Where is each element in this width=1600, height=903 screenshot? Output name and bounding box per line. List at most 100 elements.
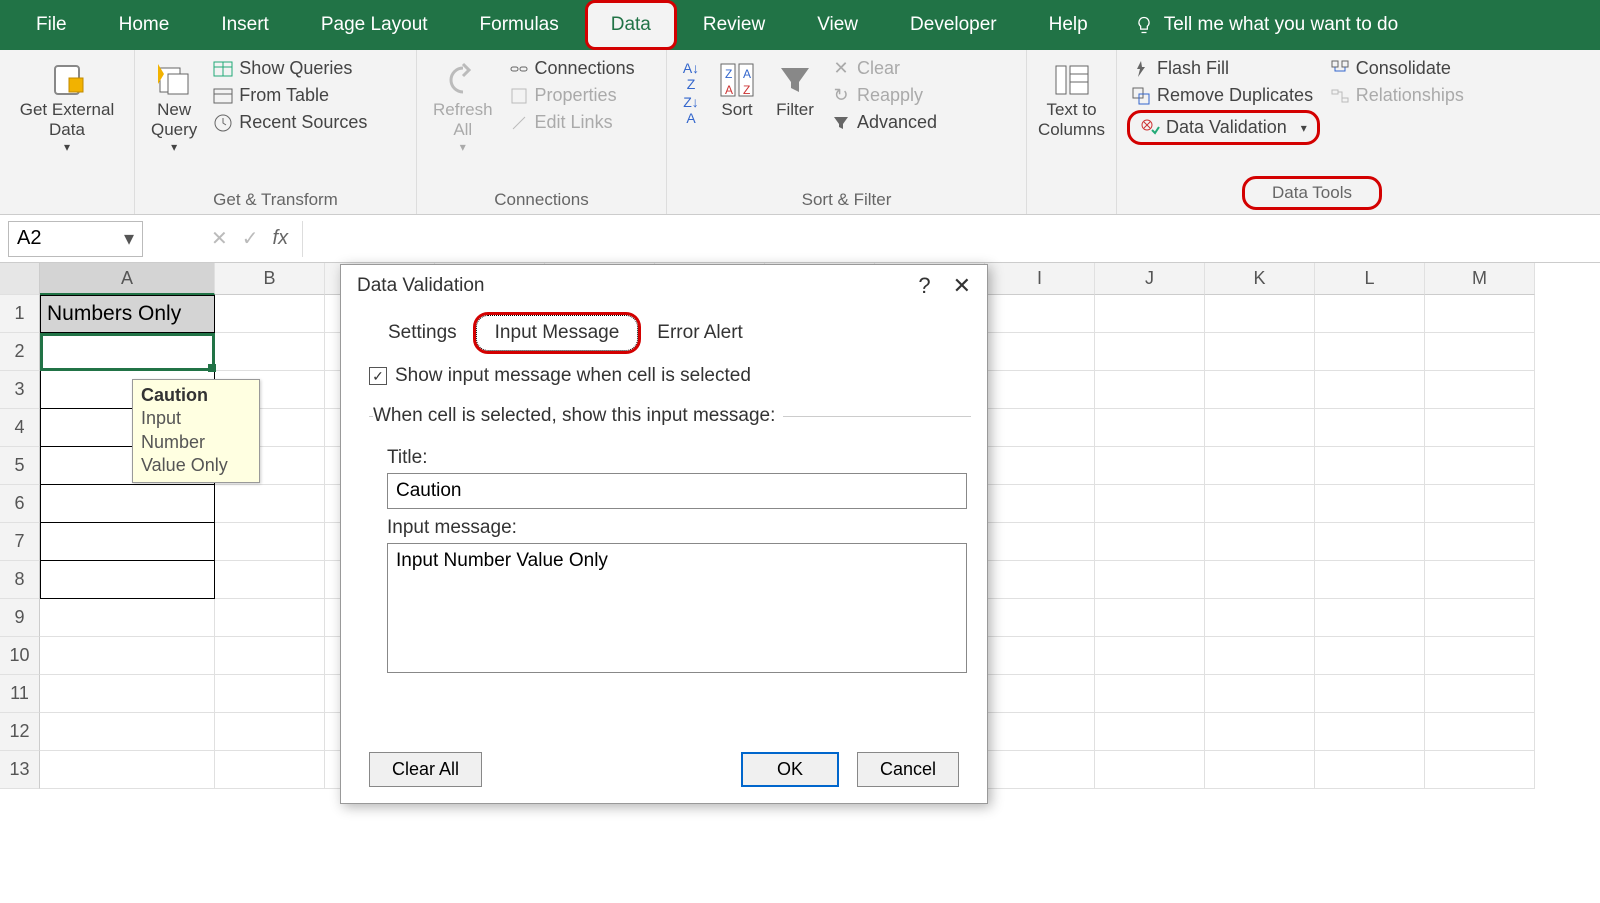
remove-duplicates-button[interactable]: Remove Duplicates xyxy=(1127,83,1320,108)
cell-J12[interactable] xyxy=(1095,713,1205,751)
cell-K8[interactable] xyxy=(1205,561,1315,599)
reapply-button[interactable]: ↻Reapply xyxy=(827,83,941,108)
formula-input[interactable] xyxy=(302,221,1600,257)
clear-all-button[interactable]: Clear All xyxy=(369,752,482,787)
cell-B1[interactable] xyxy=(215,295,325,333)
text-to-columns-button[interactable]: Text to Columns xyxy=(1032,56,1111,144)
cell-J7[interactable] xyxy=(1095,523,1205,561)
cell-M7[interactable] xyxy=(1425,523,1535,561)
cell-K5[interactable] xyxy=(1205,447,1315,485)
cell-A12[interactable] xyxy=(40,713,215,751)
cell-J5[interactable] xyxy=(1095,447,1205,485)
cell-B6[interactable] xyxy=(215,485,325,523)
cell-L11[interactable] xyxy=(1315,675,1425,713)
cell-K7[interactable] xyxy=(1205,523,1315,561)
cell-M11[interactable] xyxy=(1425,675,1535,713)
help-icon[interactable]: ? xyxy=(918,273,930,299)
row-header-10[interactable]: 10 xyxy=(0,637,40,675)
advanced-filter-button[interactable]: Advanced xyxy=(827,110,941,135)
cell-L5[interactable] xyxy=(1315,447,1425,485)
tab-formulas[interactable]: Formulas xyxy=(454,0,585,50)
cell-L4[interactable] xyxy=(1315,409,1425,447)
cell-K6[interactable] xyxy=(1205,485,1315,523)
cell-K9[interactable] xyxy=(1205,599,1315,637)
dialog-tab-settings[interactable]: Settings xyxy=(369,315,476,351)
cell-M5[interactable] xyxy=(1425,447,1535,485)
cell-J10[interactable] xyxy=(1095,637,1205,675)
message-textarea[interactable] xyxy=(387,543,967,673)
sort-az-button[interactable]: A↓Z xyxy=(677,64,705,88)
cell-A8[interactable] xyxy=(40,561,215,599)
cell-K4[interactable] xyxy=(1205,409,1315,447)
column-header-M[interactable]: M xyxy=(1425,263,1535,295)
cell-M1[interactable] xyxy=(1425,295,1535,333)
new-query-button[interactable]: New Query ▾ xyxy=(145,56,203,158)
row-header-6[interactable]: 6 xyxy=(0,485,40,523)
cell-I10[interactable] xyxy=(985,637,1095,675)
cell-A13[interactable] xyxy=(40,751,215,789)
tab-help[interactable]: Help xyxy=(1023,0,1114,50)
cell-K2[interactable] xyxy=(1205,333,1315,371)
get-external-data-button[interactable]: Get External Data ▾ xyxy=(14,56,121,158)
row-header-8[interactable]: 8 xyxy=(0,561,40,599)
row-header-5[interactable]: 5 xyxy=(0,447,40,485)
cell-M13[interactable] xyxy=(1425,751,1535,789)
cell-B7[interactable] xyxy=(215,523,325,561)
row-header-9[interactable]: 9 xyxy=(0,599,40,637)
cell-I3[interactable] xyxy=(985,371,1095,409)
cell-B9[interactable] xyxy=(215,599,325,637)
cell-L7[interactable] xyxy=(1315,523,1425,561)
cell-I6[interactable] xyxy=(985,485,1095,523)
cell-K10[interactable] xyxy=(1205,637,1315,675)
cell-A11[interactable] xyxy=(40,675,215,713)
connections-button[interactable]: Connections xyxy=(505,56,639,81)
cell-I4[interactable] xyxy=(985,409,1095,447)
cell-L3[interactable] xyxy=(1315,371,1425,409)
tab-view[interactable]: View xyxy=(791,0,884,50)
cell-M6[interactable] xyxy=(1425,485,1535,523)
cell-K11[interactable] xyxy=(1205,675,1315,713)
title-input[interactable] xyxy=(387,473,967,509)
cell-J9[interactable] xyxy=(1095,599,1205,637)
row-header-3[interactable]: 3 xyxy=(0,371,40,409)
cancel-button[interactable]: Cancel xyxy=(857,752,959,787)
cell-K12[interactable] xyxy=(1205,713,1315,751)
cell-L10[interactable] xyxy=(1315,637,1425,675)
sort-button[interactable]: ZAAZ Sort xyxy=(711,56,763,124)
row-header-13[interactable]: 13 xyxy=(0,751,40,789)
cell-I8[interactable] xyxy=(985,561,1095,599)
tab-review[interactable]: Review xyxy=(677,0,791,50)
cell-M9[interactable] xyxy=(1425,599,1535,637)
cell-J1[interactable] xyxy=(1095,295,1205,333)
cell-K13[interactable] xyxy=(1205,751,1315,789)
cell-B2[interactable] xyxy=(215,333,325,371)
cell-I11[interactable] xyxy=(985,675,1095,713)
cell-K1[interactable] xyxy=(1205,295,1315,333)
cell-B11[interactable] xyxy=(215,675,325,713)
cell-I13[interactable] xyxy=(985,751,1095,789)
show-input-message-checkbox[interactable]: ✓ Show input message when cell is select… xyxy=(369,365,959,387)
row-header-4[interactable]: 4 xyxy=(0,409,40,447)
cell-J13[interactable] xyxy=(1095,751,1205,789)
cell-L2[interactable] xyxy=(1315,333,1425,371)
flash-fill-button[interactable]: Flash Fill xyxy=(1127,56,1320,81)
edit-links-button[interactable]: Edit Links xyxy=(505,110,639,135)
row-header-12[interactable]: 12 xyxy=(0,713,40,751)
cell-A6[interactable] xyxy=(40,485,215,523)
cell-I2[interactable] xyxy=(985,333,1095,371)
cell-A2[interactable] xyxy=(40,333,215,371)
row-header-2[interactable]: 2 xyxy=(0,333,40,371)
cell-A7[interactable] xyxy=(40,523,215,561)
tab-data[interactable]: Data xyxy=(585,0,677,50)
cell-J8[interactable] xyxy=(1095,561,1205,599)
row-header-7[interactable]: 7 xyxy=(0,523,40,561)
properties-button[interactable]: Properties xyxy=(505,83,639,108)
tab-insert[interactable]: Insert xyxy=(195,0,295,50)
column-header-J[interactable]: J xyxy=(1095,263,1205,295)
filter-button[interactable]: Filter xyxy=(769,56,821,124)
cell-B13[interactable] xyxy=(215,751,325,789)
cell-L8[interactable] xyxy=(1315,561,1425,599)
show-queries-button[interactable]: Show Queries xyxy=(209,56,371,81)
tell-me-search[interactable]: Tell me what you want to do xyxy=(1134,14,1398,36)
cell-M8[interactable] xyxy=(1425,561,1535,599)
